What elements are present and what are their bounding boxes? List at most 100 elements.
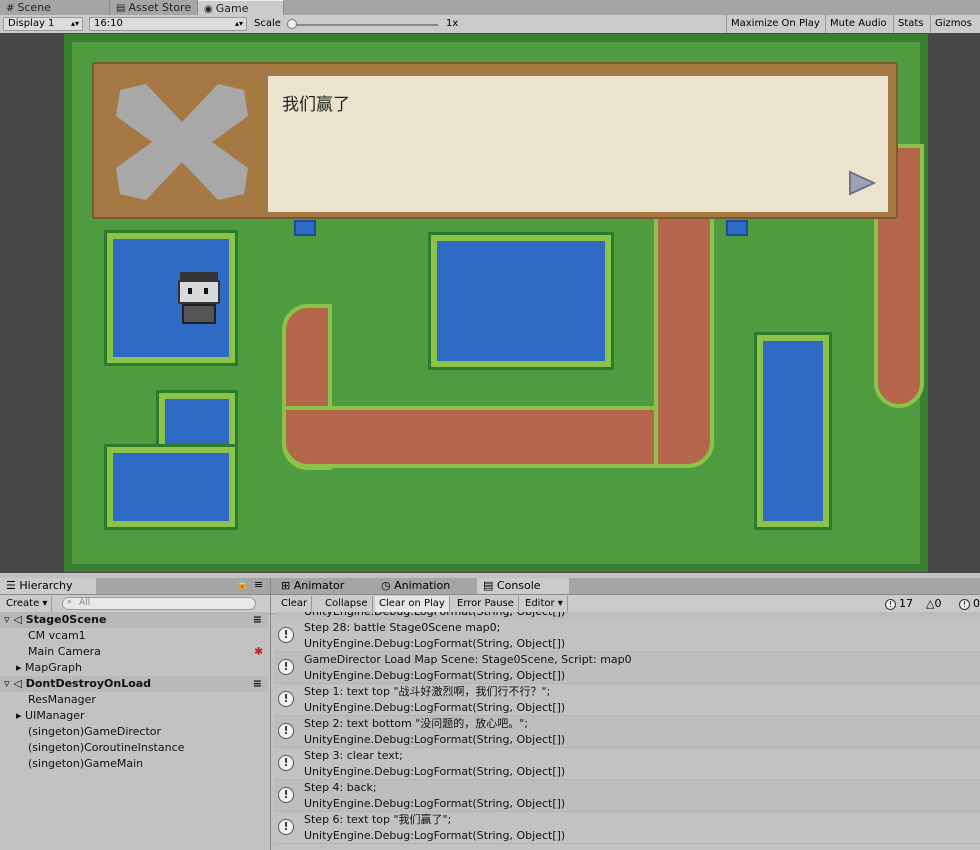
game-toolbar: Display 1 ▴▾ 16:10 ▴▾ Scale 1x Maximize On…	[0, 15, 980, 34]
dropdown-arrow-icon: ▴▾	[70, 19, 79, 28]
marker-tile	[294, 220, 316, 236]
error-pause-toggle[interactable]: Error Pause	[453, 596, 519, 612]
foldout-arrow-icon[interactable]: ▸	[16, 709, 22, 722]
tab-scene[interactable]: # Scene	[0, 0, 110, 15]
scale-value: 1x	[446, 18, 459, 29]
info-icon: !	[278, 819, 294, 835]
tab-console[interactable]: ▤ Console	[477, 578, 569, 594]
aspect-dropdown[interactable]: 16:10 ▴▾	[89, 17, 247, 31]
character-eye	[204, 288, 208, 294]
character-body	[182, 304, 216, 324]
lock-icon[interactable]: 🔒	[236, 579, 248, 590]
scale-slider[interactable]	[290, 24, 438, 26]
next-arrow-icon[interactable]	[848, 170, 876, 196]
console-row[interactable]: ! Step 28: battle Stage0Scene map0; UnityE…	[274, 620, 980, 652]
search-icon: ⌕	[67, 597, 73, 607]
console-row[interactable]: ! Step 6: text top "我们赢了"; UnityEngine.Deb…	[274, 812, 980, 844]
hierarchy-panel: ☰ Hierarchy 🔒 ≡ Create ▾ All ⌕ ▿ ◁ Stage…	[0, 578, 271, 850]
hierarchy-item[interactable]: (singeton)CoroutineInstance	[0, 740, 268, 756]
collapse-button[interactable]: Collapse	[321, 596, 373, 612]
foldout-arrow-icon[interactable]: ▸	[16, 661, 22, 674]
close-x-icon	[116, 84, 248, 200]
error-icon: ✱	[254, 645, 264, 658]
maximize-on-play-button[interactable]: Maximize On Play	[726, 15, 824, 33]
character-eye	[188, 288, 192, 294]
console-row[interactable]: ! Step 4: back; UnityEngine.Debug:LogForma…	[274, 780, 980, 812]
error-count[interactable]: ! 0	[959, 597, 980, 611]
info-icon: !	[278, 627, 294, 643]
menu-icon[interactable]: ≡	[254, 578, 263, 591]
dropdown-arrow-icon: ▾	[42, 598, 48, 609]
character-face	[178, 280, 220, 304]
hierarchy-search-input[interactable]: All	[62, 597, 256, 610]
foldout-arrow-icon[interactable]: ▿	[4, 677, 10, 690]
clear-button[interactable]: Clear	[277, 596, 313, 612]
hierarchy-item[interactable]: ResManager	[0, 692, 268, 708]
hierarchy-scene-row[interactable]: ▿ ◁ DontDestroyOnLoad ≡	[0, 676, 268, 692]
hierarchy-item[interactable]: (singeton)GameDirector	[0, 724, 268, 740]
dialog-paper: 我们赢了	[268, 76, 888, 212]
store-icon: ▤	[116, 3, 126, 14]
console-icon: ▤	[483, 579, 494, 592]
dialog-box[interactable]: 我们赢了	[92, 62, 898, 219]
tab-asset-store[interactable]: ▤ Asset Store	[110, 0, 198, 15]
menu-icon[interactable]: ≡	[253, 676, 262, 692]
scale-slider-handle[interactable]	[287, 19, 297, 29]
dropdown-arrow-icon: ▴▾	[234, 19, 243, 28]
hierarchy-scene-row[interactable]: ▿ ◁ Stage0Scene ≡	[0, 612, 268, 628]
warning-count[interactable]: △0	[926, 597, 941, 611]
dropdown-arrow-icon: ▾	[557, 598, 563, 609]
dirt-path-right	[654, 204, 714, 468]
info-icon: !	[278, 659, 294, 675]
dialog-text: 我们赢了	[282, 95, 350, 115]
portrait-placeholder	[100, 70, 264, 214]
unity-scene-icon: ◁	[13, 613, 22, 626]
animator-icon: ⊞	[281, 579, 291, 592]
error-icon: !	[959, 599, 970, 610]
display-dropdown[interactable]: Display 1 ▴▾	[3, 17, 83, 31]
dirt-path-bottom	[282, 406, 714, 468]
info-icon: !	[278, 787, 294, 803]
gizmos-button[interactable]: Gizmos	[930, 15, 976, 33]
console-row[interactable]: ! Step 1: text top "战斗好激烈啊，我们行不行？"; UnityE…	[274, 684, 980, 716]
hierarchy-item[interactable]: (singeton)GameMain	[0, 756, 268, 772]
editor-dropdown[interactable]: Editor ▾	[521, 596, 568, 612]
grass-inner	[334, 326, 382, 406]
clear-on-play-toggle[interactable]: Clear on Play	[375, 596, 450, 612]
info-count[interactable]: ! 17	[885, 597, 913, 611]
console-tab-bar: ⊞ Animator ◷ Animation ▤ Console	[271, 578, 980, 595]
tab-animation[interactable]: ◷ Animation	[375, 578, 473, 594]
player-character	[176, 272, 222, 330]
info-icon: !	[278, 723, 294, 739]
tab-animator[interactable]: ⊞ Animator	[275, 578, 371, 594]
console-row[interactable]: ! Step 2: text bottom "没问题的，放心吧。"; UnityEn…	[274, 716, 980, 748]
info-icon: !	[278, 755, 294, 771]
pond-bottom-left-lower	[104, 444, 238, 530]
clock-icon: ◷	[381, 579, 391, 592]
console-row[interactable]: ! Step 3: clear text; UnityEngine.Debug:Lo…	[274, 748, 980, 780]
hierarchy-tab-bar: ☰ Hierarchy 🔒 ≡	[0, 578, 270, 595]
info-icon: !	[278, 691, 294, 707]
pond-center	[428, 232, 614, 370]
marker-tile	[726, 220, 748, 236]
hierarchy-item[interactable]: CM vcam1	[0, 628, 268, 644]
unity-scene-icon: ◁	[13, 677, 22, 690]
create-button[interactable]: Create ▾	[2, 596, 53, 612]
tab-game[interactable]: ◉ Game	[198, 0, 284, 15]
menu-icon[interactable]: ≡	[253, 612, 262, 628]
grid-icon: #	[6, 3, 15, 14]
info-icon: !	[885, 599, 896, 610]
mute-audio-button[interactable]: Mute Audio	[825, 15, 891, 33]
console-row[interactable]: ! GameDirector Load Map Scene: Stage0Scen…	[274, 652, 980, 684]
hierarchy-item[interactable]: ▸ UIManager	[0, 708, 268, 724]
hierarchy-item[interactable]: ▸ MapGraph	[0, 660, 268, 676]
pond-right	[754, 332, 832, 530]
tab-hierarchy[interactable]: ☰ Hierarchy	[0, 578, 96, 594]
foldout-arrow-icon[interactable]: ▿	[4, 613, 10, 626]
editor-tab-bar: # Scene ▤ Asset Store ◉ Game	[0, 0, 980, 15]
list-icon: ☰	[6, 579, 16, 592]
hierarchy-item[interactable]: Main Camera ✱	[0, 644, 268, 660]
stats-button[interactable]: Stats	[893, 15, 928, 33]
scale-label: Scale	[254, 18, 281, 29]
console-row-partial[interactable]: UnityEngine.Debug:LogFormat(String, Obje…	[274, 612, 980, 620]
